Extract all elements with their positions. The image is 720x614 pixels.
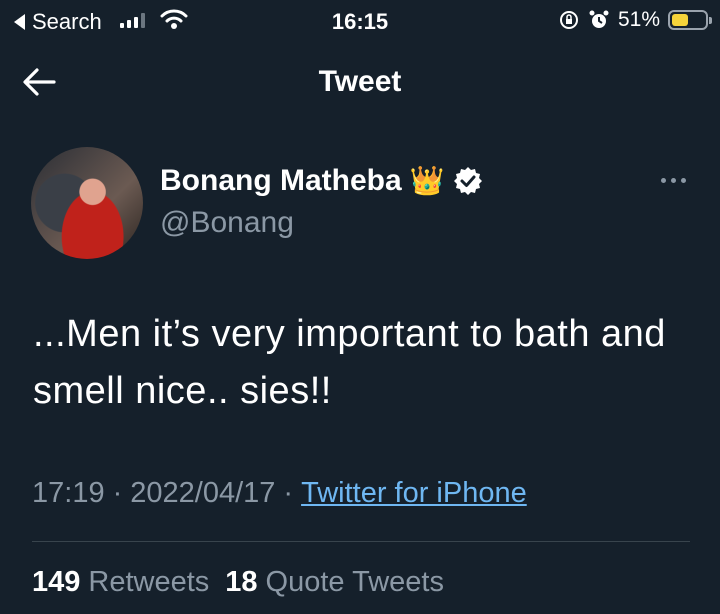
retweets-stat[interactable]: 149 Retweets <box>32 566 209 599</box>
author-name[interactable]: Bonang Matheba <box>160 164 402 198</box>
meta-separator: · <box>283 477 294 509</box>
tweet-text: ...Men it’s very important to bath and s… <box>33 313 666 412</box>
author-handle[interactable]: @Bonang <box>160 206 294 240</box>
rotation-lock-icon <box>559 11 578 29</box>
page-title: Tweet <box>318 65 402 98</box>
quote-tweets-count: 18 <box>225 566 258 598</box>
retweets-count: 149 <box>32 566 81 598</box>
divider <box>32 541 690 542</box>
avatar[interactable] <box>31 147 143 259</box>
quote-tweets-label: Quote Tweets <box>265 566 444 598</box>
quote-tweets-stat[interactable]: 18 Quote Tweets <box>225 566 444 599</box>
nav-header: Tweet <box>0 55 720 110</box>
tweet-date: 2022/04/17 <box>130 477 276 509</box>
more-options-icon[interactable] <box>661 178 686 183</box>
battery-icon <box>668 10 712 30</box>
verified-badge-icon <box>453 167 482 195</box>
tweet-source-link[interactable]: Twitter for iPhone <box>301 477 527 510</box>
battery-fill <box>672 14 689 26</box>
status-right: 51% <box>558 8 712 32</box>
status-bar: Search 16:15 51% <box>0 0 720 40</box>
battery-percent: 51% <box>617 8 660 31</box>
retweets-label: Retweets <box>88 566 210 598</box>
alarm-icon <box>589 10 609 28</box>
meta-separator: · <box>112 477 123 509</box>
tweet-screen: Search 16:15 51% Tweet Bonang Matheba 👑 … <box>0 0 720 614</box>
crown-icon: 👑 <box>409 165 445 196</box>
tweet-time: 17:19 <box>32 477 105 509</box>
tweet-stats: 149 Retweets 18 Quote Tweets <box>32 566 452 599</box>
tweet-meta: 17:19 · 2022/04/17 · Twitter for iPhone <box>32 477 527 510</box>
author-name-row[interactable]: Bonang Matheba 👑 <box>160 164 483 198</box>
